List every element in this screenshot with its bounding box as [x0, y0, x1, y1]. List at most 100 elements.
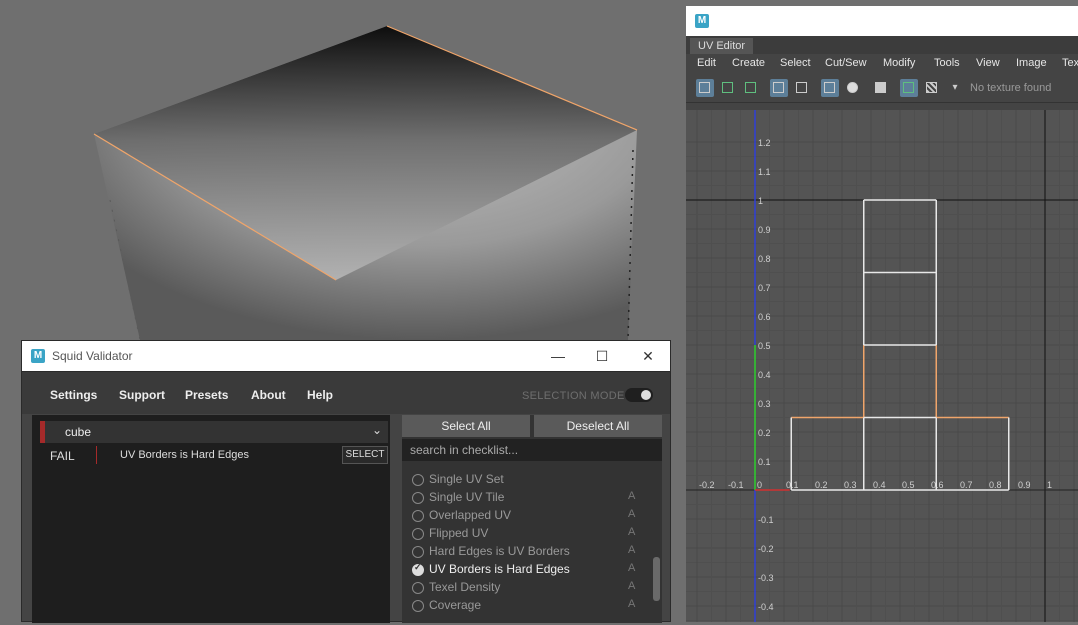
v-tick-label: 0.8	[758, 254, 771, 264]
menu-presets[interactable]: Presets	[185, 388, 228, 402]
checklist-item[interactable]: UV Borders is Hard Edges A	[412, 561, 644, 579]
checklist-item[interactable]: Flipped UV A	[412, 525, 644, 543]
checker-icon[interactable]	[923, 79, 941, 97]
selection-mode-toggle[interactable]	[625, 388, 653, 402]
radio-icon[interactable]	[412, 492, 424, 504]
menu-about[interactable]: About	[251, 388, 286, 402]
uv-grid-svg: 1.2 1.1 1 0.9 0.8 0.7 0.6 0.5 0.4 0.3 0.2 0.1 -0.1 -0…	[580, 110, 1078, 622]
radio-icon[interactable]	[412, 582, 424, 594]
checklist-item[interactable]: Hard Edges is UV Borders A	[412, 543, 644, 561]
menu-support[interactable]: Support	[119, 388, 165, 402]
deselect-all-button[interactable]: Deselect All	[534, 415, 662, 437]
v-tick-label: -0.4	[758, 602, 774, 612]
maya-logo-icon: M	[31, 349, 45, 363]
menu-modify[interactable]: Modify	[883, 57, 915, 69]
search-input[interactable]	[402, 439, 660, 461]
u-tick-label: 0.6	[931, 480, 944, 490]
v-tick-label: 0.1	[758, 457, 771, 467]
uv-editor-toolbar: ▾ No texture found	[686, 74, 1078, 103]
checklist-item[interactable]: Texel Density A	[412, 579, 644, 597]
uv-shell-icon[interactable]	[696, 79, 714, 97]
u-tick-label: 0.7	[960, 480, 973, 490]
v-tick-label: 0.3	[758, 399, 771, 409]
chevron-down-icon: ⌄	[371, 423, 382, 437]
menu-select[interactable]: Select	[780, 57, 811, 69]
radio-icon[interactable]	[412, 528, 424, 540]
object-selector[interactable]: cube ⌄	[40, 421, 388, 443]
u-tick-label: 0	[757, 480, 762, 490]
menu-tools[interactable]: Tools	[934, 57, 960, 69]
menu-cut-sew[interactable]: Cut/Sew	[825, 57, 867, 69]
radio-icon[interactable]	[412, 474, 424, 486]
checklist-item-tag: A	[628, 562, 636, 574]
tab-uv-editor[interactable]: UV Editor	[690, 38, 754, 54]
checklist-item-label: Single UV Tile	[429, 490, 505, 504]
uv-editor-tabbar: UV Editor	[686, 36, 1078, 54]
checklist-item-label: Single UV Set	[429, 472, 504, 486]
uv-grid-canvas[interactable]: 1.2 1.1 1 0.9 0.8 0.7 0.6 0.5 0.4 0.3 0.2 0.1 -0.1 -0…	[580, 110, 1078, 622]
v-tick-label: 0.7	[758, 283, 771, 293]
menu-image[interactable]: Image	[1016, 57, 1047, 69]
radio-icon[interactable]	[412, 546, 424, 558]
status-divider	[96, 446, 97, 464]
menu-help[interactable]: Help	[307, 388, 333, 402]
checklist-item[interactable]: Overlapped UV A	[412, 507, 644, 525]
checklist-item-tag: A	[628, 508, 636, 520]
checklist-item[interactable]: Single UV Tile A	[412, 489, 644, 507]
v-tick-label: 0.2	[758, 428, 771, 438]
close-icon[interactable]: ✕	[638, 346, 658, 366]
uv-stack-icon[interactable]	[742, 79, 760, 97]
radio-icon[interactable]	[412, 510, 424, 522]
checklist-item-label: UV Borders is Hard Edges	[429, 562, 570, 576]
checklist-item-tag: A	[628, 544, 636, 556]
u-tick-label: 0.8	[989, 480, 1002, 490]
grid-icon[interactable]	[793, 79, 811, 97]
checklist-item-label: Texel Density	[429, 580, 501, 594]
validator-titlebar: M Squid Validator — ☐ ✕	[22, 341, 670, 371]
validator-menubar: Settings Support Presets About Help SELE…	[22, 371, 670, 414]
checklist-item-label: Flipped UV	[429, 526, 489, 540]
maximize-icon[interactable]: ☐	[592, 346, 612, 366]
checklist-item-tag: A	[628, 598, 636, 610]
checklist-item[interactable]: Single UV Set	[412, 471, 644, 489]
u-tick-label: 0.9	[1018, 480, 1031, 490]
dropdown-arrow-icon[interactable]: ▾	[946, 79, 964, 97]
v-tick-label: 1	[758, 196, 763, 206]
selection-mode-label: SELECTION MODE	[522, 390, 625, 402]
u-tick-label: 0.4	[873, 480, 886, 490]
v-tick-label: -0.2	[758, 544, 774, 554]
menu-textures[interactable]: Tex	[1062, 57, 1078, 69]
checklist-panel: Select All Deselect All Single UV Set Sin…	[402, 415, 662, 623]
window-title: Squid Validator	[52, 349, 133, 363]
radio-dot-icon[interactable]	[844, 79, 862, 97]
v-tick-label: 0.9	[758, 225, 771, 235]
menu-settings[interactable]: Settings	[50, 388, 97, 402]
pixel-grid-icon[interactable]	[821, 79, 839, 97]
menu-edit[interactable]: Edit	[697, 57, 716, 69]
menu-create[interactable]: Create	[732, 57, 765, 69]
grid-snap-icon[interactable]	[770, 79, 788, 97]
search-box	[402, 439, 662, 461]
v-tick-label: -0.1	[758, 515, 774, 525]
u-tick-label: 0.3	[844, 480, 857, 490]
minimize-icon[interactable]: —	[548, 346, 568, 366]
object-name: cube	[65, 425, 92, 439]
camera-icon[interactable]	[872, 79, 890, 97]
radio-icon[interactable]	[412, 600, 424, 612]
image-icon[interactable]	[900, 79, 918, 97]
v-tick-label: 0.6	[758, 312, 771, 322]
menu-view[interactable]: View	[976, 57, 1000, 69]
uv-editor-titlebar: M	[686, 6, 1078, 36]
u-tick-label: 0.2	[815, 480, 828, 490]
results-panel: cube ⌄ FAIL UV Borders is Hard Edges SEL…	[32, 415, 390, 623]
select-button[interactable]: SELECT	[342, 446, 388, 464]
checklist-item[interactable]: Coverage A	[412, 597, 644, 615]
v-tick-label: -0.3	[758, 573, 774, 583]
scrollbar[interactable]	[653, 557, 660, 601]
checked-radio-icon[interactable]	[412, 562, 424, 576]
v-tick-label: 0.5	[758, 341, 771, 351]
u-tick-label: 1	[1047, 480, 1052, 490]
checklist-item-tag: A	[628, 580, 636, 592]
uv-layout-icon[interactable]	[719, 79, 737, 97]
select-all-button[interactable]: Select All	[402, 415, 530, 437]
